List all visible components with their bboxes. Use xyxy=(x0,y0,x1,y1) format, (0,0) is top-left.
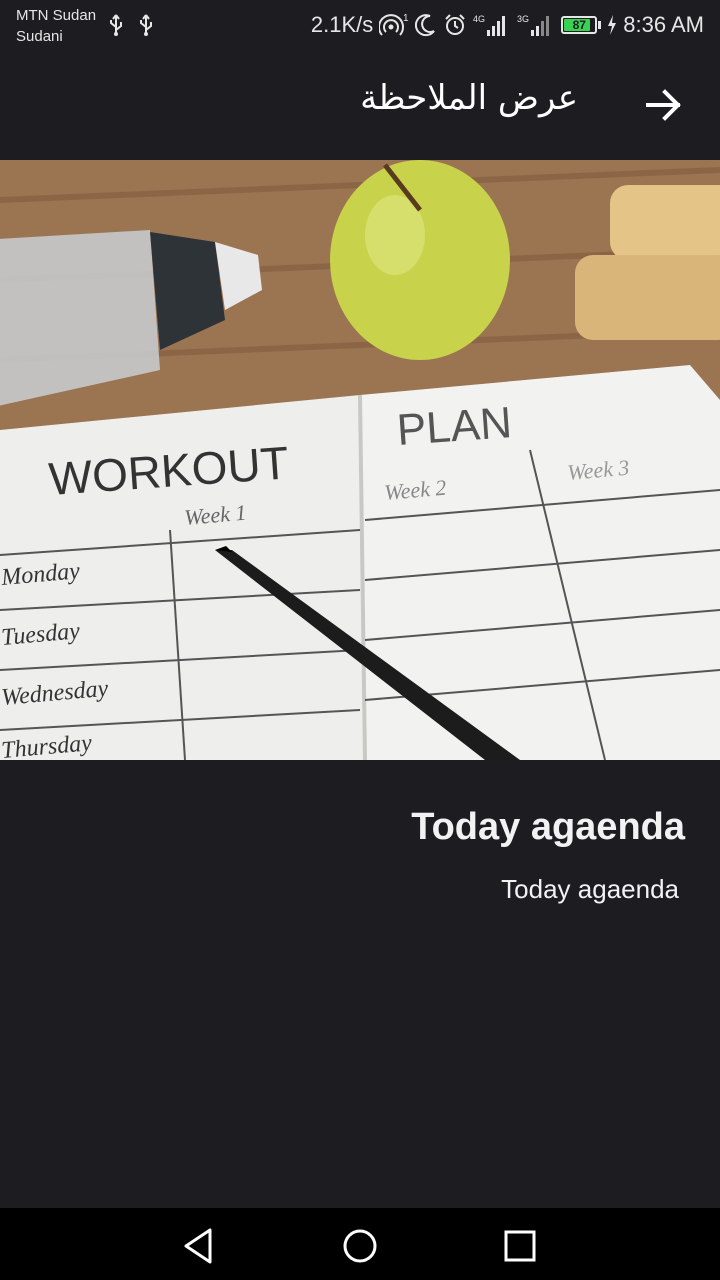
triangle-back-icon[interactable] xyxy=(180,1226,220,1266)
system-nav-bar xyxy=(0,1208,720,1280)
carrier-line-2: Sudani xyxy=(16,28,63,45)
clock: 8:36 AM xyxy=(623,12,704,37)
workout-plan-notebook-image: WORKOUT PLAN Week 1 Week 2 Week 3 Monday… xyxy=(0,160,720,760)
arrow-right-icon[interactable] xyxy=(638,82,688,128)
usb-icon xyxy=(110,14,122,36)
notebook-heading-right: PLAN xyxy=(395,398,513,455)
carrier-line-1: MTN Sudan xyxy=(16,7,97,24)
alarm-icon xyxy=(445,14,465,35)
charging-bolt-icon xyxy=(608,15,617,35)
status-indicators: 2.1K/s 1 4G 3G 87 8:36 AM xyxy=(311,10,704,40)
signal-4g-icon: 4G xyxy=(473,14,506,36)
hotspot-count: 1 xyxy=(403,13,409,24)
hotspot-icon: 1 xyxy=(379,13,409,36)
battery-level: 87 xyxy=(572,18,586,32)
signal-3g-icon: 3G xyxy=(517,14,550,36)
battery-icon: 87 xyxy=(561,16,598,34)
usb-debug-icon xyxy=(140,14,152,36)
signal-3g-label: 3G xyxy=(517,14,529,24)
note-body: Today agaenda xyxy=(501,874,679,904)
square-recents-icon[interactable] xyxy=(500,1226,540,1266)
network-speed: 2.1K/s xyxy=(310,12,374,37)
app-toolbar: عرض الملاحظة xyxy=(0,50,720,160)
status-bar: MTN Sudan Sudani 2.1K/s 1 4G 3G 87 8:36 … xyxy=(0,0,720,50)
page-title: عرض الملاحظة xyxy=(360,78,578,118)
battery-tip xyxy=(598,21,602,29)
note-image: WORKOUT PLAN Week 1 Week 2 Week 3 Monday… xyxy=(0,160,720,760)
carrier-label: MTN Sudan Sudani xyxy=(16,5,96,47)
circle-home-icon[interactable] xyxy=(340,1226,380,1266)
do-not-disturb-moon-icon xyxy=(415,14,436,37)
signal-4g-label: 4G xyxy=(473,14,485,24)
note-title: Today agaenda xyxy=(411,806,685,848)
